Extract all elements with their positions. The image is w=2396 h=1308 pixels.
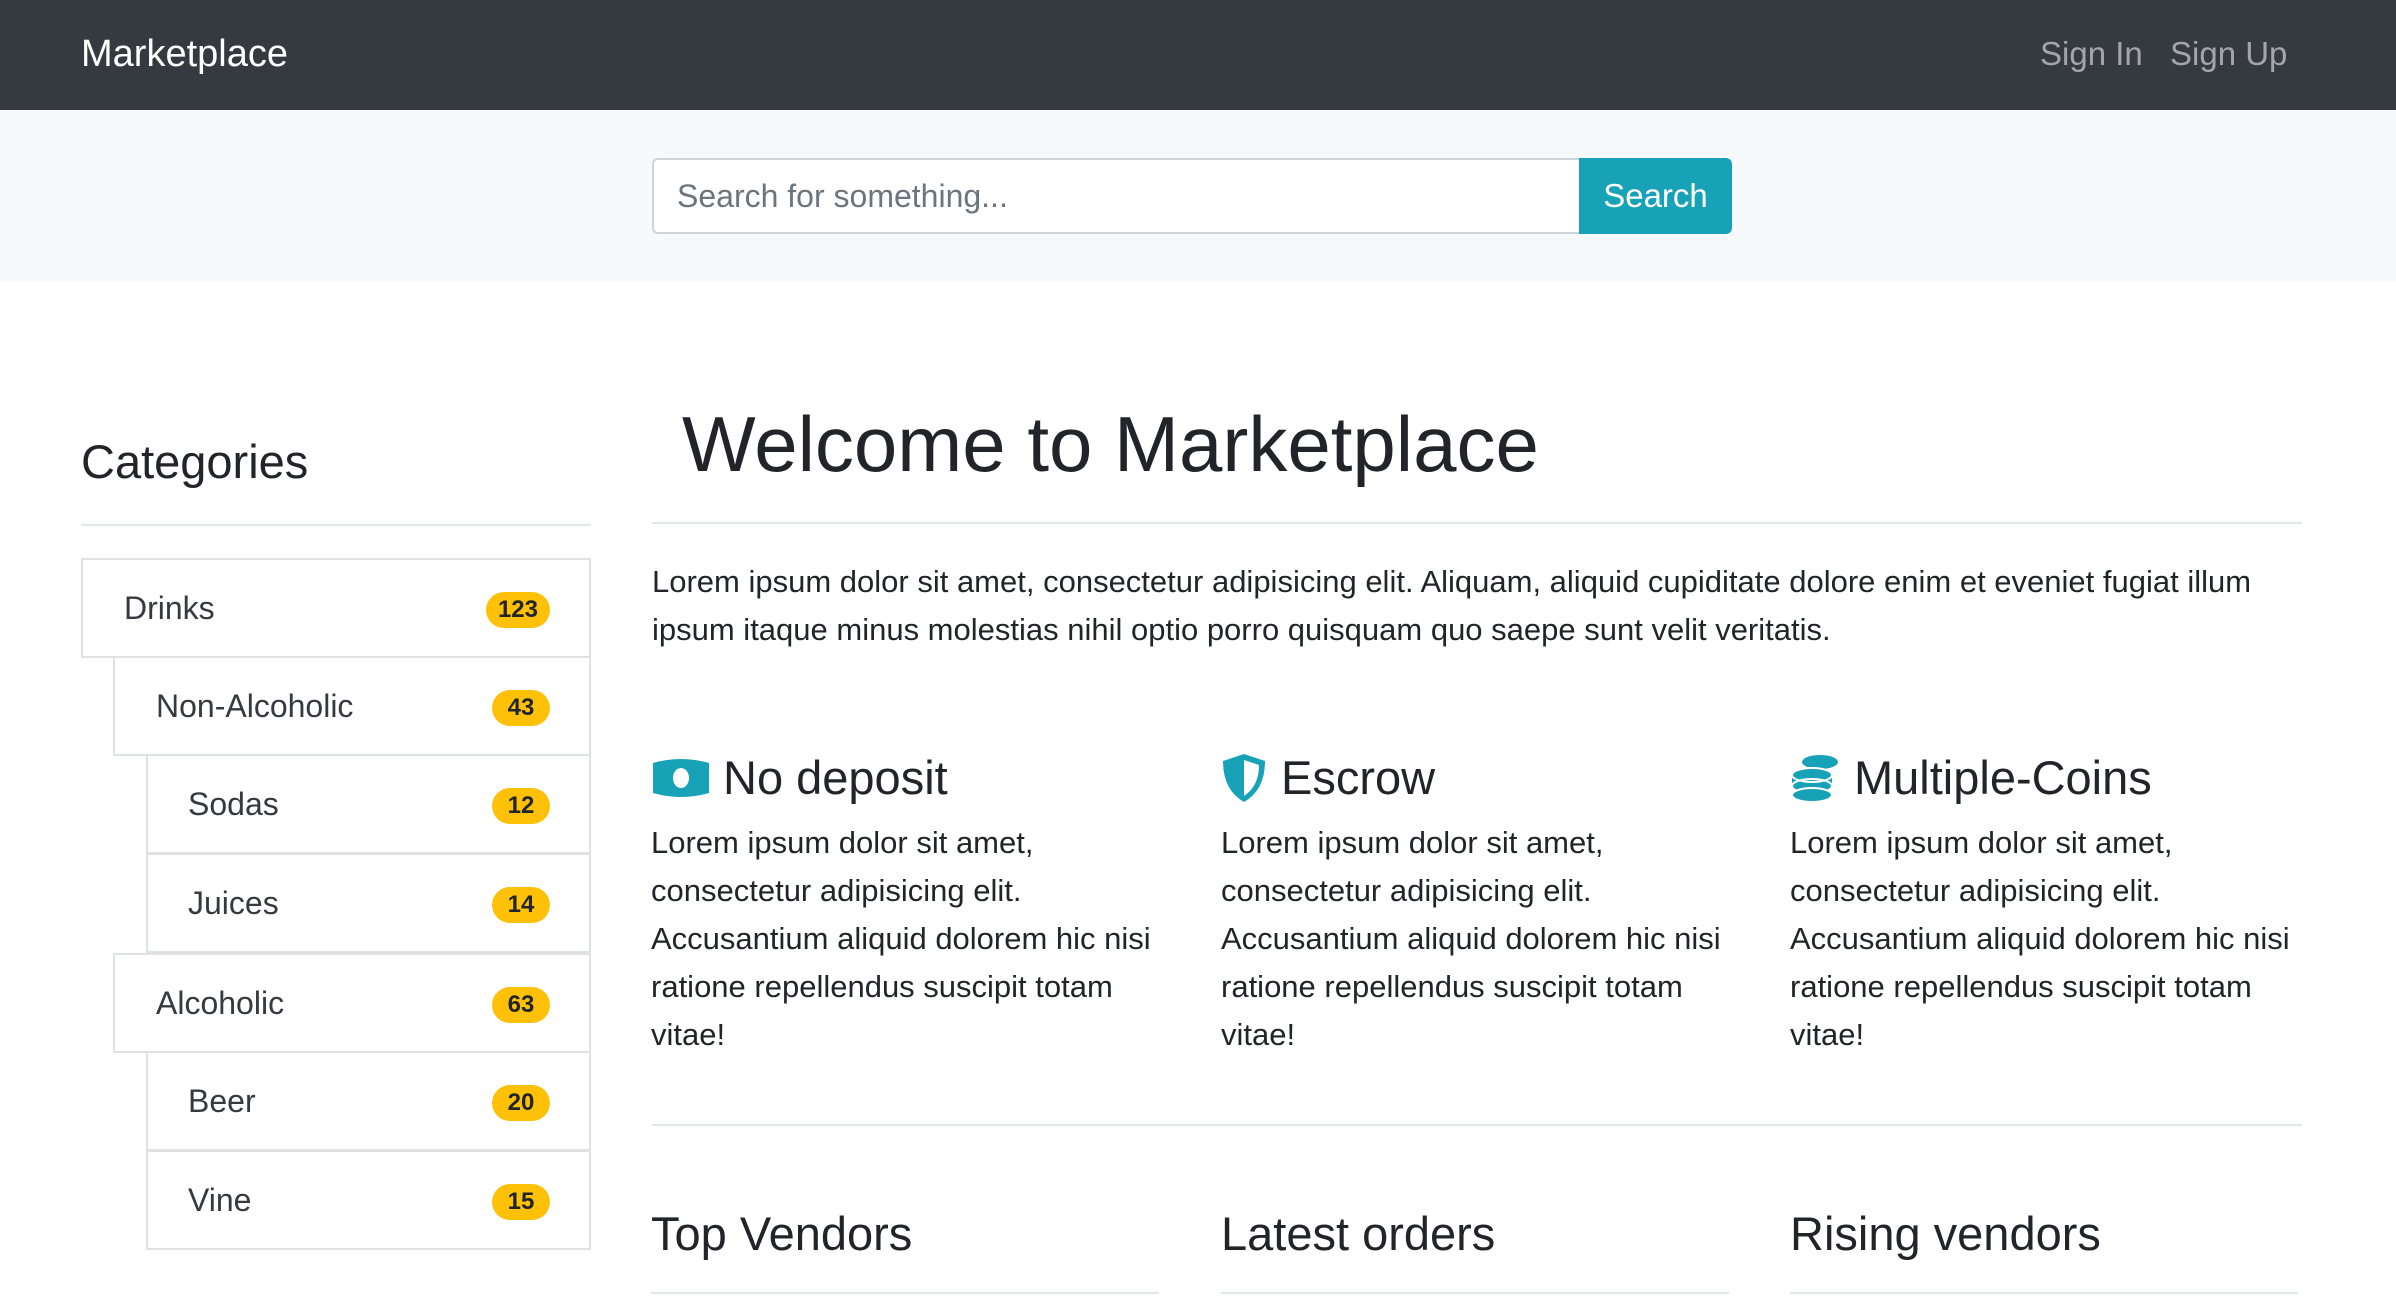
shield-icon [1221, 752, 1269, 804]
title-divider [652, 522, 2302, 524]
rising-vendors-title: Rising vendors [1790, 1207, 2101, 1260]
top-vendors-title: Top Vendors [651, 1207, 913, 1260]
rising-vendors-divider [1790, 1292, 2298, 1294]
feature-text: Lorem ipsum dolor sit amet, consectetur … [1221, 825, 1721, 1052]
count-badge: 63 [492, 987, 550, 1023]
category-item-non-alcoholic[interactable]: Non-Alcoholic 43 [113, 656, 591, 756]
categories-title: Categories [81, 435, 309, 488]
count-badge: 123 [485, 592, 550, 628]
count-badge: 12 [492, 788, 550, 824]
category-item-vine[interactable]: Vine 15 [146, 1150, 591, 1250]
count-badge: 14 [492, 887, 550, 923]
feature-text: Lorem ipsum dolor sit amet, consectetur … [1790, 825, 2290, 1052]
navbar: Marketplace Sign In Sign Up [0, 0, 2396, 110]
features-divider [652, 1124, 2302, 1126]
count-badge: 43 [492, 690, 550, 726]
feature-title: No deposit [723, 751, 948, 804]
feature-title: Escrow [1281, 751, 1436, 804]
sign-up-link[interactable]: Sign Up [2170, 30, 2287, 78]
count-badge: 15 [492, 1184, 550, 1220]
latest-orders-divider [1221, 1292, 1729, 1294]
search-input[interactable] [652, 158, 1580, 234]
categories-divider [81, 524, 591, 526]
brand-link[interactable]: Marketplace [81, 30, 288, 78]
category-item-sodas[interactable]: Sodas 12 [146, 754, 591, 854]
category-item-drinks[interactable]: Drinks 123 [81, 558, 591, 658]
category-label: Drinks [124, 590, 215, 626]
category-label: Non-Alcoholic [156, 688, 354, 724]
count-badge: 20 [492, 1085, 550, 1121]
page-title: Welcome to Marketplace [682, 400, 1539, 488]
search-button[interactable]: Search [1579, 158, 1732, 234]
category-label: Juices [188, 885, 279, 921]
category-item-juices[interactable]: Juices 14 [146, 853, 591, 953]
coins-icon [1790, 752, 1842, 804]
feature-escrow: Escrow [1221, 748, 1435, 808]
category-label: Beer [188, 1083, 256, 1119]
category-label: Alcoholic [156, 985, 285, 1021]
category-label: Sodas [188, 786, 279, 822]
latest-orders-title: Latest orders [1221, 1207, 1496, 1260]
feature-title: Multiple-Coins [1854, 751, 2152, 804]
intro-paragraph: Lorem ipsum dolor sit amet, consectetur … [652, 564, 2252, 647]
category-item-alcoholic[interactable]: Alcoholic 63 [113, 953, 591, 1053]
sign-in-link[interactable]: Sign In [2040, 30, 2143, 78]
category-label: Vine [188, 1182, 252, 1218]
top-vendors-divider [651, 1292, 1159, 1294]
feature-text: Lorem ipsum dolor sit amet, consectetur … [651, 825, 1151, 1052]
category-item-beer[interactable]: Beer 20 [146, 1051, 591, 1151]
feature-no-deposit: No deposit [651, 748, 948, 808]
feature-multiple-coins: Multiple-Coins [1790, 748, 2152, 808]
money-bill-icon [651, 752, 711, 804]
